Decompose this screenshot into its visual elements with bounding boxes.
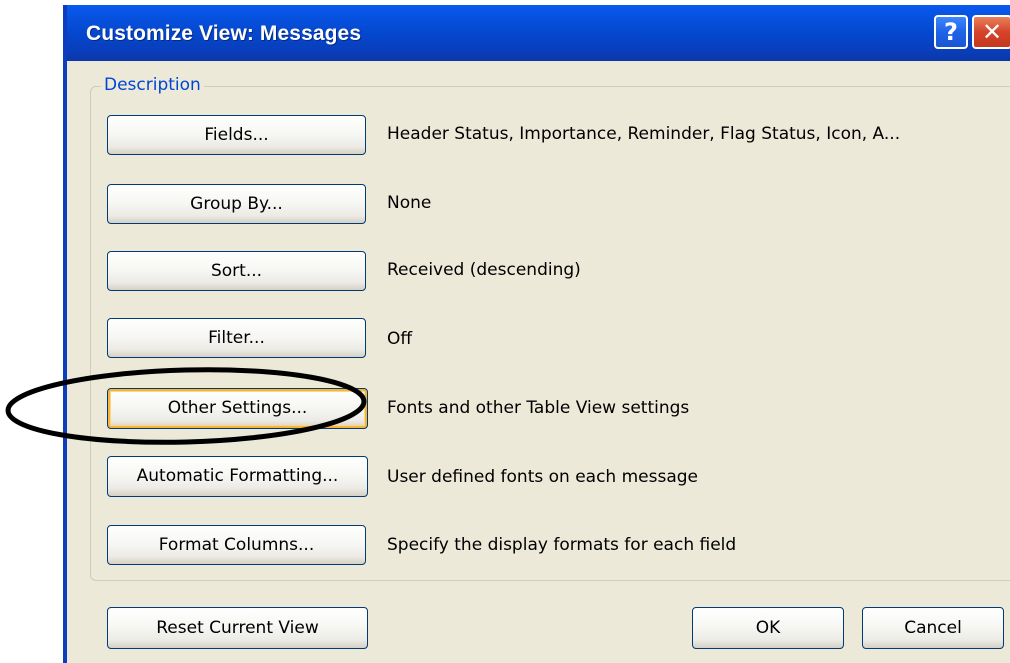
close-button[interactable]: ✕	[972, 15, 1010, 49]
reset-current-view-button[interactable]: Reset Current View	[107, 607, 368, 649]
dialog-title: Customize View: Messages	[86, 22, 362, 45]
group-by-description: None	[387, 193, 432, 213]
fields-description: Header Status, Importance, Reminder, Fla…	[387, 124, 901, 144]
format-columns-button[interactable]: Format Columns...	[107, 525, 366, 565]
other-settings-description: Fonts and other Table View settings	[387, 398, 690, 418]
group-by-button[interactable]: Group By...	[107, 184, 366, 224]
help-icon: ?	[944, 18, 958, 46]
screenshot-stage: Customize View: Messages ? ✕ Description…	[0, 0, 1010, 663]
ok-button[interactable]: OK	[692, 607, 844, 649]
other-settings-button[interactable]: Other Settings...	[107, 388, 368, 429]
filter-description: Off	[387, 329, 413, 349]
filter-button[interactable]: Filter...	[107, 318, 366, 358]
help-button[interactable]: ?	[934, 15, 968, 49]
sort-description: Received (descending)	[387, 260, 581, 280]
format-columns-description: Specify the display formats for each fie…	[387, 535, 737, 555]
description-legend: Description	[101, 75, 204, 95]
automatic-formatting-button[interactable]: Automatic Formatting...	[107, 456, 368, 497]
dialog-titlebar[interactable]: Customize View: Messages ? ✕	[67, 5, 1010, 61]
sort-button[interactable]: Sort...	[107, 251, 366, 291]
cancel-button[interactable]: Cancel	[862, 607, 1004, 649]
automatic-formatting-description: User defined fonts on each message	[387, 467, 699, 487]
close-icon: ✕	[981, 18, 1003, 46]
fields-button[interactable]: Fields...	[107, 115, 366, 155]
